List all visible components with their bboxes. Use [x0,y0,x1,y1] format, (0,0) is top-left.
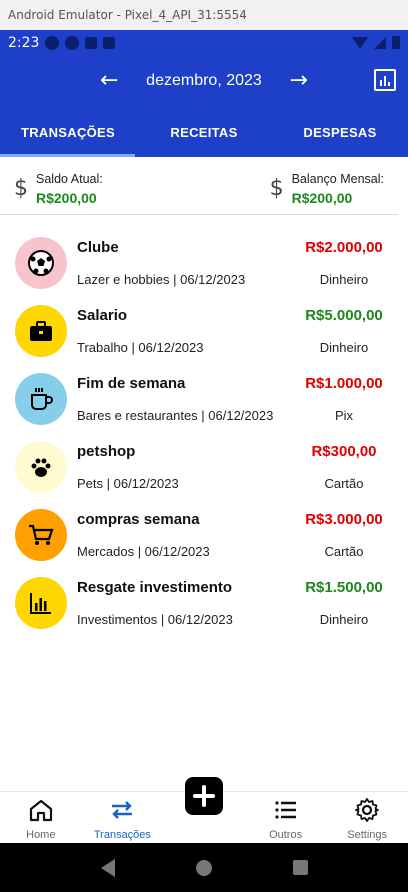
nav-others[interactable]: Outros [245,792,327,843]
add-button-slot [163,777,245,843]
system-navigation-bar [0,843,408,892]
home-circle-icon[interactable] [195,859,212,876]
list-icon [274,801,296,819]
transaction-amount: R$2.000,00 [305,239,383,256]
transaction-list: Clube Lazer e hobbies | 06/12/2023 R$2.0… [0,215,408,637]
content-panel: $ Saldo Atual: R$200,00 $ Balanço Mensal… [0,163,408,791]
cell-signal-icon [374,36,386,49]
emulator-title: Android Emulator - Pixel_4_API_31:5554 [8,8,247,22]
current-balance: $ Saldo Atual: R$200,00 [14,172,103,214]
nav-transactions[interactable]: Transações [82,792,164,843]
nav-home-label: Home [26,829,56,841]
gear-icon [355,798,380,822]
back-icon[interactable] [100,858,115,877]
payment-method: Dinheiro [319,612,369,627]
status-time: 2:23 [8,34,40,51]
monthly-balance-value: R$200,00 [291,190,353,206]
add-transaction-button[interactable] [185,777,224,815]
active-tab-indicator [0,154,135,157]
arrow-right-icon[interactable]: → [290,70,308,92]
payment-method: Cartão [324,544,364,559]
mic-notification-icon [65,35,80,50]
bar-chart-icon[interactable] [374,69,396,91]
transaction-item[interactable]: Salario Trabalho | 06/12/2023 R$5.000,00… [0,297,408,365]
nav-home[interactable]: Home [0,792,82,843]
soccer-ball-icon [15,237,67,289]
app-notification-icon [45,35,60,50]
bottom-navigation: Home Transações Outros Settings [0,777,408,843]
transaction-meta: Bares e restaurantes | 06/12/2023 [77,408,274,423]
transaction-item[interactable]: compras semana Mercados | 06/12/2023 R$3… [0,501,408,569]
tab-transactions[interactable]: TRANSAÇÕES [0,107,136,157]
plus-icon [193,785,216,807]
tab-bar: TRANSAÇÕES RECEITAS DESPESAS [0,107,408,157]
nav-settings[interactable]: Settings [326,792,408,843]
transaction-meta: Pets | 06/12/2023 [77,476,179,491]
transaction-name: Fim de semana [77,375,186,392]
transaction-meta: Mercados | 06/12/2023 [77,544,210,559]
transaction-name: compras semana [77,511,200,528]
tab-expenses[interactable]: DESPESAS [272,107,408,157]
transaction-item[interactable]: Resgate investimento Investimentos | 06/… [0,569,408,637]
monthly-balance-label: Balanço Mensal: [291,172,384,186]
wifi-icon [352,36,368,49]
bar-chart-icon [15,577,67,629]
transaction-meta: Investimentos | 06/12/2023 [77,612,233,627]
paw-icon [15,441,67,493]
transaction-amount: R$3.000,00 [305,511,383,528]
month-title: dezembro, 2023 [146,72,262,89]
recents-icon[interactable] [292,860,308,875]
dollar-icon: $ [269,176,284,201]
status-bar: 2:23 [0,30,408,55]
transaction-name: petshop [77,443,136,460]
transaction-item[interactable]: Fim de semana Bares e restaurantes | 06/… [0,365,408,433]
transaction-meta: Trabalho | 06/12/2023 [77,340,204,355]
monthly-balance: $ Balanço Mensal: R$200,00 [270,172,384,214]
shield-icon [103,36,116,49]
nav-others-label: Outros [269,829,303,841]
home-icon [29,799,52,822]
tab-income[interactable]: RECEITAS [136,107,272,157]
swap-arrows-icon [112,801,133,819]
transaction-amount: R$300,00 [311,443,377,460]
dollar-icon: $ [14,176,28,201]
briefcase-icon [15,305,67,357]
month-navigator: ← dezembro, 2023 → [100,70,308,92]
balance-summary: $ Saldo Atual: R$200,00 $ Balanço Mensal… [0,163,398,215]
payment-method: Cartão [324,476,364,491]
coffee-cup-icon [15,373,67,425]
payment-method: Dinheiro [319,340,369,355]
transaction-amount: R$1.000,00 [305,375,383,392]
emulator-title-bar: Android Emulator - Pixel_4_API_31:5554 [0,0,408,30]
transaction-item[interactable]: Clube Lazer e hobbies | 06/12/2023 R$2.0… [0,229,408,297]
transaction-name: Resgate investimento [77,579,233,596]
shopping-cart-icon [15,509,67,561]
transaction-amount: R$5.000,00 [305,307,383,324]
battery-icon [392,36,400,49]
transaction-meta: Lazer e hobbies | 06/12/2023 [77,272,246,287]
sd-card-icon [85,36,98,49]
arrow-left-icon[interactable]: ← [100,70,118,92]
transaction-name: Salario [77,307,128,324]
nav-settings-label: Settings [347,829,388,841]
app-header: ← dezembro, 2023 → [0,55,408,107]
transaction-amount: R$1.500,00 [305,579,383,596]
current-balance-label: Saldo Atual: [36,172,103,186]
nav-transactions-label: Transações [93,829,151,841]
current-balance-value: R$200,00 [36,190,97,206]
payment-method: Pix [334,408,354,423]
transaction-item[interactable]: petshop Pets | 06/12/2023 R$300,00 Cartã… [0,433,408,501]
payment-method: Dinheiro [319,272,369,287]
transaction-name: Clube [77,239,119,256]
